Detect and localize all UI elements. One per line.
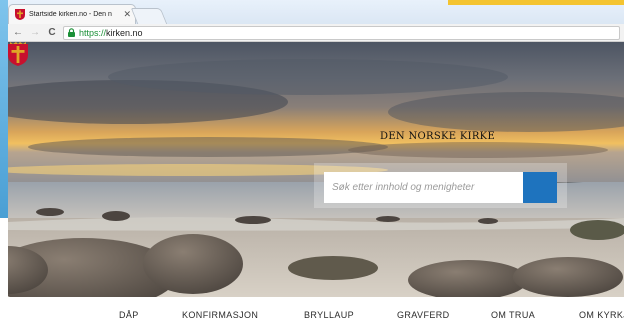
site-logo-text[interactable]: DEN NORSKE KIRKE (380, 131, 495, 142)
main-navigation: DÅP KONFIRMASJON BRYLLAUP GRAVFERD OM TR… (8, 297, 624, 331)
desktop-background (0, 0, 8, 218)
lock-icon (68, 28, 75, 37)
browser-tab[interactable]: Startside kirken.no - Den n ✕ (8, 4, 136, 24)
nav-item-bryllaup[interactable]: BRYLLAUP (304, 310, 354, 320)
nav-item-gravferd[interactable]: GRAVFERD (397, 310, 450, 320)
tab-title: Startside kirken.no - Den n (29, 11, 112, 18)
close-icon[interactable]: ✕ (123, 10, 131, 19)
tab-strip: Startside kirken.no - Den n ✕ (8, 0, 624, 24)
reload-icon: C (48, 27, 56, 38)
forward-button[interactable]: → (28, 26, 42, 40)
url-scheme: https:// (79, 27, 107, 38)
browser-window: Startside kirken.no - Den n ✕ ← → C http… (8, 0, 624, 331)
back-arrow-icon: ← (13, 27, 23, 38)
url-host: kirken.no (106, 27, 143, 38)
tab-strip-accent (448, 0, 624, 5)
back-button[interactable]: ← (11, 26, 25, 40)
forward-arrow-icon: → (30, 27, 40, 38)
search-icon (324, 172, 336, 184)
search-panel (314, 163, 567, 208)
address-bar[interactable]: https:// kirken.no (63, 25, 620, 40)
reload-button[interactable]: C (45, 26, 59, 40)
search-input[interactable] (324, 172, 523, 203)
nav-item-konfirmasjon[interactable]: KONFIRMASJON (182, 310, 258, 320)
hero-banner: DEN NORSKE KIRKE (8, 42, 624, 297)
nav-item-om-trua[interactable]: OM TRUA (491, 310, 535, 320)
search-form (324, 172, 557, 203)
search-button[interactable] (324, 172, 557, 203)
church-logo-icon (8, 42, 28, 66)
church-shield-icon (15, 9, 25, 20)
nav-item-om-kyrkja[interactable]: OM KYRKJA (579, 310, 624, 320)
browser-toolbar: ← → C https:// kirken.no (8, 24, 624, 42)
new-tab-button[interactable] (130, 8, 168, 24)
nav-item-dap[interactable]: DÅP (119, 310, 139, 320)
